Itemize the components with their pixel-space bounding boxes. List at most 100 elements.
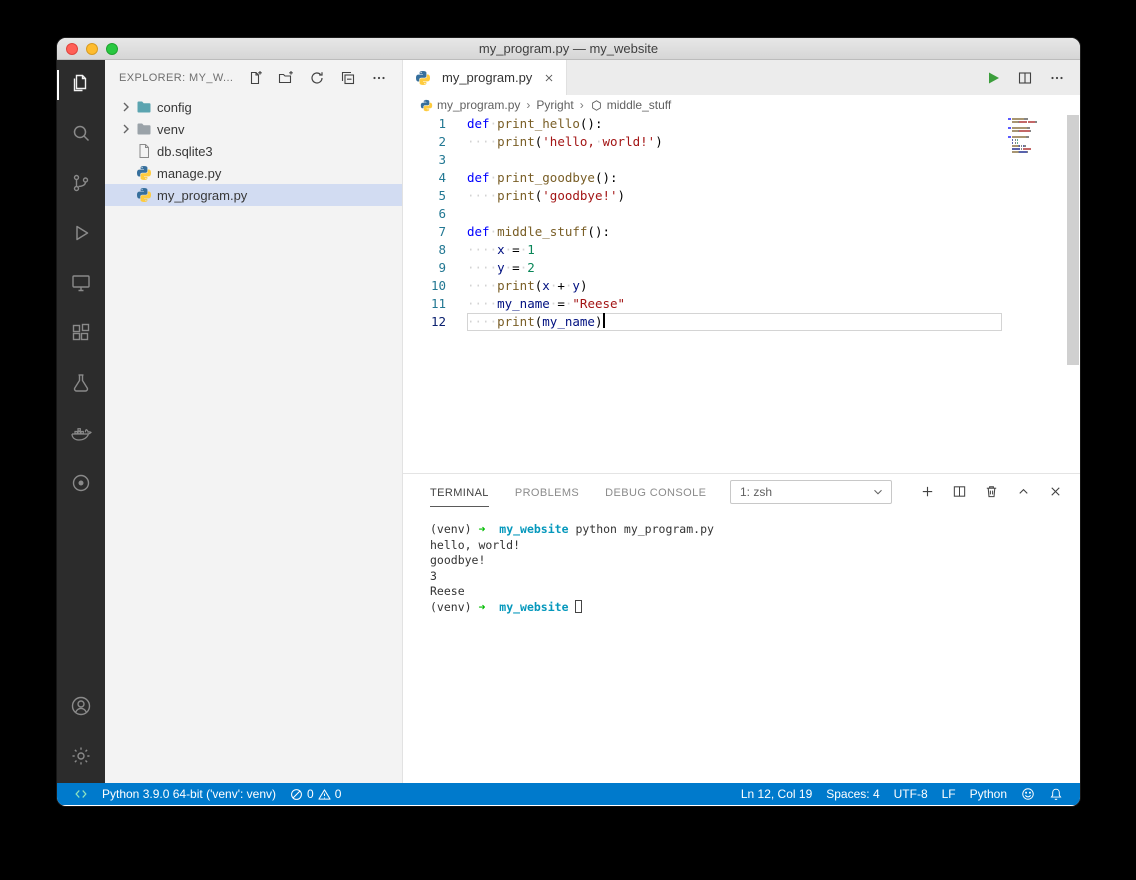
close-tab-icon[interactable] — [542, 71, 556, 85]
close-panel-button[interactable] — [1044, 481, 1066, 503]
line-number[interactable]: 3 — [403, 151, 467, 169]
explorer-more-actions-button[interactable] — [370, 69, 388, 87]
activity-run-debug[interactable] — [57, 210, 105, 260]
run-file-button[interactable] — [980, 65, 1006, 91]
line-content[interactable]: ····print(my_name) — [467, 313, 1002, 331]
indentation-status[interactable]: Spaces: 4 — [819, 783, 886, 805]
cursor-position-status[interactable]: Ln 12, Col 19 — [734, 783, 819, 805]
line-number[interactable]: 2 — [403, 133, 467, 151]
breadcrumb-item-pyright[interactable]: Pyright — [536, 98, 573, 112]
code-line-7[interactable]: 7def·middle_stuff(): — [403, 223, 1080, 241]
code-line-6[interactable]: 6 — [403, 205, 1080, 223]
new-terminal-button[interactable] — [916, 481, 938, 503]
line-number[interactable]: 5 — [403, 187, 467, 205]
kill-terminal-button[interactable] — [980, 481, 1002, 503]
activity-accounts[interactable] — [57, 683, 105, 733]
line-content[interactable]: def·print_goodbye(): — [467, 169, 1002, 187]
tab-problems[interactable]: PROBLEMS — [515, 477, 579, 507]
line-number[interactable]: 1 — [403, 115, 467, 133]
refresh-explorer-button[interactable] — [308, 69, 326, 87]
code-line-3[interactable]: 3 — [403, 151, 1080, 169]
line-content[interactable] — [467, 205, 1002, 223]
code-line-10[interactable]: 10····print(x·+·y) — [403, 277, 1080, 295]
code-line-1[interactable]: 1def·print_hello(): — [403, 115, 1080, 133]
split-editor-button[interactable] — [1012, 65, 1038, 91]
code-line-11[interactable]: 11····my_name·=·"Reese" — [403, 295, 1080, 313]
code-line-5[interactable]: 5····print('goodbye!') — [403, 187, 1080, 205]
line-number[interactable]: 11 — [403, 295, 467, 313]
file-tree-item-venv[interactable]: venv — [105, 118, 402, 140]
new-folder-button[interactable] — [277, 69, 295, 87]
language-status[interactable]: Python — [963, 783, 1014, 805]
notifications-button[interactable] — [1042, 783, 1070, 805]
python-interpreter-status[interactable]: Python 3.9.0 64-bit ('venv': venv) — [95, 783, 283, 805]
activity-docker[interactable] — [57, 410, 105, 460]
line-number[interactable]: 10 — [403, 277, 467, 295]
code-token-str: world!' — [603, 134, 656, 149]
minimap[interactable] — [1008, 118, 1066, 154]
file-name: my_program.py — [157, 188, 247, 203]
window-titlebar[interactable]: my_program.py — my_website — [57, 38, 1080, 60]
encoding-status[interactable]: UTF-8 — [887, 783, 935, 805]
zoom-window-button[interactable] — [106, 43, 118, 55]
line-content[interactable]: ····print('goodbye!') — [467, 187, 1002, 205]
scrollbar-thumb[interactable] — [1067, 115, 1079, 365]
activity-explorer[interactable] — [57, 60, 105, 110]
terminal-shell-select[interactable]: 1: zsh — [730, 480, 892, 504]
editor-more-actions-button[interactable] — [1044, 65, 1070, 91]
line-number[interactable]: 9 — [403, 259, 467, 277]
code-token-var: x — [497, 242, 505, 257]
breadcrumb-item-file[interactable]: my_program.py — [437, 98, 520, 112]
line-content[interactable]: ····print(x·+·y) — [467, 277, 1002, 295]
chevron-right-icon[interactable] — [118, 99, 134, 115]
code-line-9[interactable]: 9····y·=·2 — [403, 259, 1080, 277]
tab-my-program-py[interactable]: my_program.py — [403, 60, 567, 95]
split-terminal-button[interactable] — [948, 481, 970, 503]
chevron-right-icon[interactable] — [118, 121, 134, 137]
activity-extensions[interactable] — [57, 310, 105, 360]
editor-scrollbar[interactable] — [1066, 115, 1080, 473]
file-tree-item-manage-py[interactable]: manage.py — [105, 162, 402, 184]
breadcrumb-item-symbol[interactable]: middle_stuff — [607, 98, 671, 112]
line-content[interactable]: ····print('hello,·world!') — [467, 133, 1002, 151]
eol-status[interactable]: LF — [935, 783, 963, 805]
tab-terminal[interactable]: TERMINAL — [430, 477, 489, 507]
code-line-2[interactable]: 2····print('hello,·world!') — [403, 133, 1080, 151]
problems-status[interactable]: 0 0 — [283, 783, 348, 805]
feedback-button[interactable] — [1014, 783, 1042, 805]
code-token-ws: ···· — [467, 278, 497, 293]
line-content[interactable]: def·print_hello(): — [467, 115, 1002, 133]
tab-debug-console[interactable]: DEBUG CONSOLE — [605, 477, 706, 507]
line-content[interactable] — [467, 151, 1002, 169]
code-editor[interactable]: 1def·print_hello():2····print('hello,·wo… — [403, 115, 1080, 473]
file-tree-item-my-program-py[interactable]: my_program.py — [105, 184, 402, 206]
activity-search[interactable] — [57, 110, 105, 160]
file-tree-item-db-sqlite3[interactable]: db.sqlite3 — [105, 140, 402, 162]
collapse-folders-button[interactable] — [339, 69, 357, 87]
line-number[interactable]: 12 — [403, 313, 467, 331]
minimize-window-button[interactable] — [86, 43, 98, 55]
activity-settings[interactable] — [57, 733, 105, 783]
code-line-4[interactable]: 4def·print_goodbye(): — [403, 169, 1080, 187]
close-window-button[interactable] — [66, 43, 78, 55]
line-number[interactable]: 6 — [403, 205, 467, 223]
line-number[interactable]: 8 — [403, 241, 467, 259]
file-tree-item-config[interactable]: config — [105, 96, 402, 118]
maximize-panel-button[interactable] — [1012, 481, 1034, 503]
activity-testing[interactable] — [57, 360, 105, 410]
line-content[interactable]: ····x·=·1 — [467, 241, 1002, 259]
code-line-8[interactable]: 8····x·=·1 — [403, 241, 1080, 259]
activity-remote-explorer[interactable] — [57, 260, 105, 310]
new-file-button[interactable] — [246, 69, 264, 87]
line-number[interactable]: 7 — [403, 223, 467, 241]
remote-indicator[interactable] — [67, 783, 95, 805]
line-content[interactable]: ····my_name·=·"Reese" — [467, 295, 1002, 313]
minimap-line — [1008, 121, 1066, 123]
line-content[interactable]: ····y·=·2 — [467, 259, 1002, 277]
activity-circular-extension[interactable] — [57, 460, 105, 510]
line-number[interactable]: 4 — [403, 169, 467, 187]
code-line-12[interactable]: 12····print(my_name) — [403, 313, 1080, 331]
activity-source-control[interactable] — [57, 160, 105, 210]
terminal-output[interactable]: (venv) ➜ my_website python my_program.py… — [403, 509, 1080, 783]
line-content[interactable]: def·middle_stuff(): — [467, 223, 1002, 241]
